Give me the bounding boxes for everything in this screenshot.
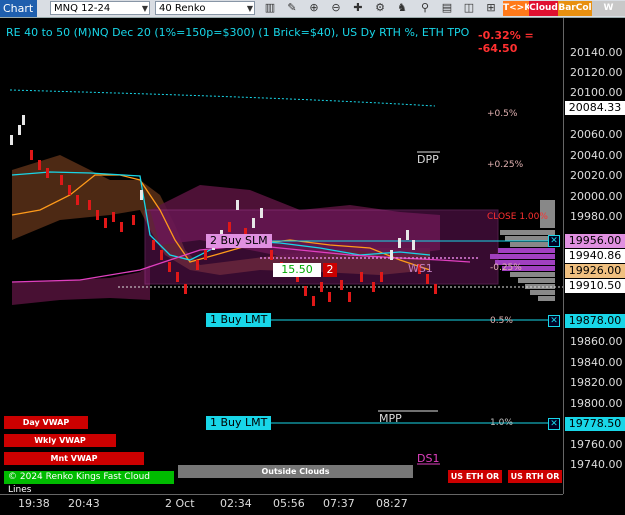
price-label: 19800.00 bbox=[570, 397, 623, 410]
price-label: 20000.00 bbox=[570, 190, 623, 203]
lock-icon[interactable]: ⚲ bbox=[418, 1, 432, 15]
price-label: 20120.00 bbox=[570, 66, 623, 79]
pct-minus-025: -0.25% bbox=[490, 263, 522, 273]
pct-plus-025: +0.25% bbox=[487, 160, 524, 170]
price-tag-orange: 19926.00 bbox=[565, 264, 625, 278]
range-box bbox=[144, 209, 499, 285]
price-label: 20020.00 bbox=[570, 169, 623, 182]
wkly-vwap-button[interactable]: Wkly VWAP bbox=[4, 434, 116, 447]
price-axis[interactable]: 20140.00 20120.00 20100.00 20084.33 2006… bbox=[563, 18, 625, 494]
buy-slm-order[interactable]: 2 Buy SLM bbox=[206, 234, 272, 248]
cloud-magenta-lower bbox=[12, 265, 150, 305]
time-label: 05:56 bbox=[273, 497, 305, 510]
ws1-label: WS1 bbox=[408, 262, 433, 275]
chart-toolbar: Chart MNQ 12-24 ▼ 40 Renko ▼ ▥ ✎ ⊕ ⊖ ✚ ⚙… bbox=[0, 0, 625, 28]
chart-title: RE 40 to 50 (M)NQ Dec 20 (1%=150p=$300) … bbox=[6, 26, 470, 39]
bar-type-value: 40 Renko bbox=[159, 3, 206, 14]
time-label: 08:27 bbox=[376, 497, 408, 510]
tk-toggle-button[interactable]: T<>K bbox=[503, 1, 531, 16]
strategy-icon[interactable]: ♞ bbox=[395, 1, 409, 15]
bar-chart-icon[interactable]: ▥ bbox=[263, 1, 277, 15]
chart-trader-icon[interactable]: ◫ bbox=[462, 1, 476, 15]
cloud-toggle-button[interactable]: Cloud bbox=[529, 1, 558, 16]
price-label: 19820.00 bbox=[570, 376, 623, 389]
price-label: 19980.00 bbox=[570, 210, 623, 223]
instrument-selector[interactable]: MNQ 12-24 ▼ bbox=[50, 1, 150, 15]
order-qty-value[interactable]: 15.50 bbox=[273, 263, 321, 277]
bar-type-selector[interactable]: 40 Renko ▼ bbox=[155, 1, 255, 15]
time-label: 2 Oct bbox=[165, 497, 195, 510]
properties-icon[interactable]: ⚙ bbox=[373, 1, 387, 15]
buy-lmt-order-1[interactable]: 1 Buy LMT bbox=[206, 313, 272, 327]
copyright-bar: © 2024 Renko Kings Fast Cloud Lines bbox=[4, 471, 174, 495]
upper-band-line bbox=[9, 89, 436, 107]
cancel-order-icon[interactable]: ✕ bbox=[548, 418, 560, 430]
price-label: 19740.00 bbox=[570, 458, 623, 471]
price-label: 20100.00 bbox=[570, 86, 623, 99]
pct-minus-1: 1.0% bbox=[490, 418, 513, 428]
dpp-label: DPP bbox=[417, 153, 439, 166]
time-label: 02:34 bbox=[220, 497, 252, 510]
crosshair-icon[interactable]: ✚ bbox=[351, 1, 365, 15]
price-label: 20060.00 bbox=[570, 128, 623, 141]
mnt-vwap-button[interactable]: Mnt VWAP bbox=[4, 452, 144, 465]
order-qty-count[interactable]: 2 bbox=[323, 263, 337, 277]
price-tag-mid: 19940.86 bbox=[565, 249, 625, 263]
price-label: 19760.00 bbox=[570, 438, 623, 451]
zoom-in-icon[interactable]: ⊕ bbox=[307, 1, 321, 15]
chart-tab[interactable]: Chart bbox=[0, 0, 37, 17]
pencil-icon[interactable]: ✎ bbox=[285, 1, 299, 15]
price-tag-lmt-1: 19878.00 bbox=[565, 314, 625, 328]
zoom-out-icon[interactable]: ⊖ bbox=[329, 1, 343, 15]
price-tag-upper: 20084.33 bbox=[565, 101, 625, 115]
chart-panel[interactable]: RE 40 to 50 (M)NQ Dec 20 (1%=150p=$300) … bbox=[0, 18, 563, 495]
mpp-label: MPP bbox=[379, 412, 402, 425]
pct-minus-05: 0.5% bbox=[490, 316, 513, 326]
price-tag-slm: 19956.00 bbox=[565, 234, 625, 248]
barcol-toggle-button[interactable]: BarCol bbox=[558, 1, 592, 16]
split-icon[interactable]: ⊞ bbox=[484, 1, 498, 15]
price-label: 19840.00 bbox=[570, 356, 623, 369]
price-label: 20140.00 bbox=[570, 46, 623, 59]
buy-lmt-order-2[interactable]: 1 Buy LMT bbox=[206, 416, 272, 430]
price-label: 19860.00 bbox=[570, 335, 623, 348]
chevron-down-icon: ▼ bbox=[246, 4, 253, 13]
price-label: 20040.00 bbox=[570, 149, 623, 162]
time-label: 07:37 bbox=[323, 497, 355, 510]
chevron-down-icon: ▼ bbox=[141, 4, 148, 13]
outside-clouds-button[interactable]: Outside Clouds bbox=[178, 465, 413, 478]
vwap-toggle-button[interactable]: W VWA bbox=[592, 1, 625, 28]
us-rth-or-button[interactable]: US RTH OR bbox=[508, 470, 562, 483]
price-change: -0.32% = -64.50 bbox=[478, 29, 534, 55]
cancel-order-icon[interactable]: ✕ bbox=[548, 235, 560, 247]
time-label: 20:43 bbox=[68, 497, 100, 510]
price-tag-last: 19910.50 bbox=[565, 279, 625, 293]
order-ticket-icon[interactable]: ▤ bbox=[440, 1, 454, 15]
instrument-value: MNQ 12-24 bbox=[54, 3, 111, 14]
close-label: CLOSE 1.00% bbox=[487, 212, 548, 222]
price-tag-lmt-2: 19778.50 bbox=[565, 417, 625, 431]
time-axis[interactable]: 19:38 20:43 2 Oct 02:34 05:56 07:37 08:2… bbox=[0, 494, 563, 515]
us-eth-or-button[interactable]: US ETH OR bbox=[448, 470, 502, 483]
day-vwap-button[interactable]: Day VWAP bbox=[4, 416, 88, 429]
cancel-order-icon[interactable]: ✕ bbox=[548, 315, 560, 327]
pct-plus-05: +0.5% bbox=[487, 109, 518, 119]
time-label: 19:38 bbox=[18, 497, 50, 510]
ds1-label: DS1 bbox=[417, 452, 440, 465]
